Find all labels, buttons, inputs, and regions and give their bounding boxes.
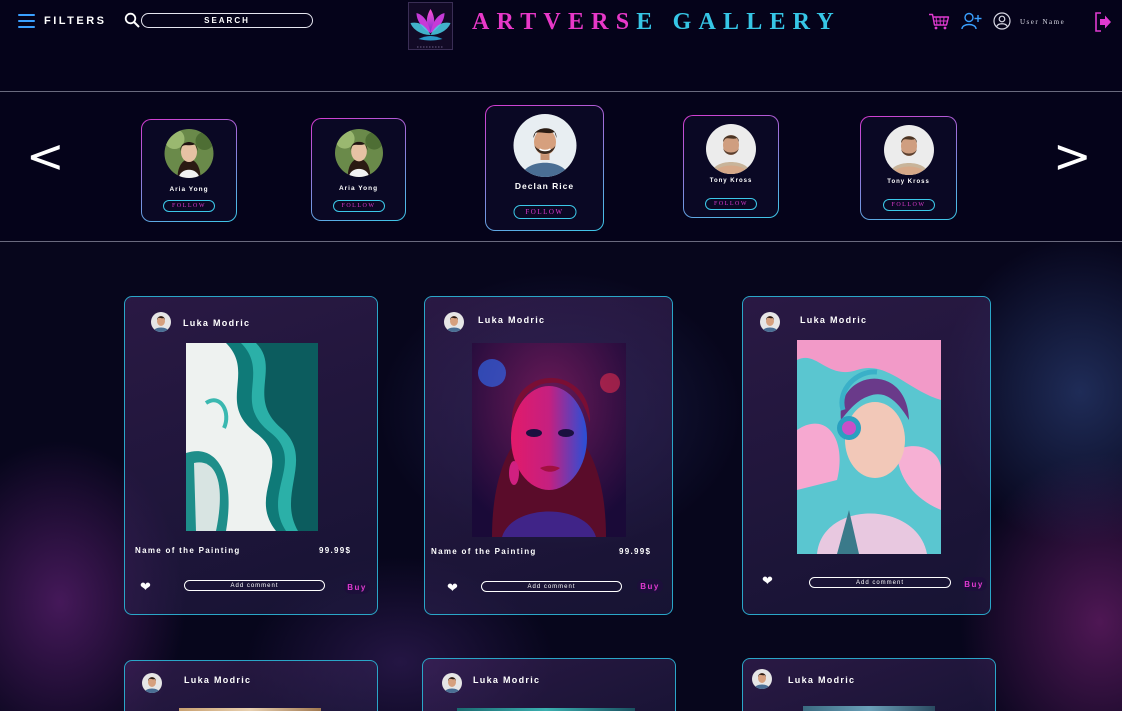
artist-avatar — [706, 124, 756, 174]
artist-name: Aria Yong — [169, 186, 209, 193]
painting-card[interactable]: Luka Modric ❤ Add comment Buy — [742, 296, 991, 615]
painting-card[interactable]: Luka Modric Name of the Painting 99.99$ … — [124, 296, 378, 615]
logout-icon[interactable] — [1094, 12, 1112, 32]
follow-button[interactable]: FOLLOW — [705, 198, 757, 210]
artist-card[interactable]: Tony Kross FOLLOW — [683, 115, 779, 218]
filters-button[interactable]: FILTERS — [44, 15, 107, 27]
buy-button[interactable]: Buy — [961, 577, 987, 591]
add-comment-button[interactable]: Add comment — [809, 577, 951, 588]
carousel-prev-button[interactable]: < — [26, 133, 65, 179]
artist-card[interactable]: Aria Yong FOLLOW — [141, 119, 237, 222]
follow-button[interactable]: FOLLOW — [332, 200, 385, 212]
author-name: Luka Modric — [184, 675, 252, 685]
add-comment-button[interactable]: Add comment — [184, 580, 325, 591]
like-heart-icon[interactable]: ❤ — [447, 581, 458, 596]
follow-button[interactable]: FOLLOW — [513, 205, 576, 219]
author-name: Luka Modric — [473, 675, 541, 685]
painting-image[interactable] — [472, 343, 626, 537]
menu-icon[interactable] — [18, 14, 35, 28]
painting-image[interactable] — [803, 706, 935, 711]
painting-price: 99.99$ — [319, 546, 352, 555]
painting-card[interactable]: Luka Modric — [742, 658, 996, 711]
user-icon[interactable] — [993, 12, 1011, 30]
painting-card[interactable]: Luka Modric — [124, 660, 378, 711]
artist-name: Declan Rice — [514, 181, 575, 191]
painting-price: 99.99$ — [619, 547, 652, 556]
site-title-part2: E GALLERY — [636, 9, 841, 35]
gallery-logo — [408, 2, 453, 50]
artist-name: Tony Kross — [709, 178, 753, 184]
buy-button[interactable]: Buy — [637, 579, 663, 593]
author-name: Luka Modric — [183, 318, 251, 328]
artist-avatar — [334, 129, 383, 177]
painting-image[interactable] — [797, 340, 941, 554]
author-name: Luka Modric — [478, 315, 546, 325]
like-heart-icon[interactable]: ❤ — [140, 580, 151, 595]
artist-card[interactable]: Aria Yong FOLLOW — [311, 118, 406, 221]
author-name: Luka Modric — [788, 675, 856, 685]
top-bar: FILTERS ARTVERSE GALLERY — [0, 0, 1122, 92]
site-title-part1: ARTVERS — [472, 9, 637, 35]
author-avatar — [151, 312, 171, 332]
author-avatar — [752, 669, 772, 689]
search-icon[interactable] — [124, 12, 140, 28]
painting-image[interactable] — [186, 343, 318, 531]
follow-button[interactable]: FOLLOW — [882, 199, 935, 211]
search-input[interactable] — [141, 13, 313, 28]
author-name: Luka Modric — [800, 315, 868, 325]
cart-icon[interactable] — [928, 13, 950, 30]
author-avatar — [760, 312, 780, 332]
artist-carousel: < > Aria Yong FOLLOW Aria Yong FOLLOW De… — [0, 93, 1122, 242]
artist-name: Tony Kross — [887, 179, 930, 185]
add-comment-button[interactable]: Add comment — [481, 581, 622, 592]
painting-card[interactable]: Luka Modric Name of the Painting 99.99$ … — [424, 296, 673, 615]
artist-card[interactable]: Tony Kross FOLLOW — [860, 116, 957, 220]
follow-button[interactable]: FOLLOW — [163, 200, 215, 212]
painting-name: Name of the Painting — [135, 546, 241, 555]
site-title: ARTVERSE GALLERY — [472, 9, 841, 36]
author-avatar — [444, 312, 464, 332]
carousel-next-button[interactable]: > — [1053, 133, 1092, 179]
artist-name: Aria Yong — [338, 185, 379, 192]
artist-avatar — [513, 114, 576, 177]
artist-avatar — [164, 129, 214, 178]
buy-button[interactable]: Buy — [344, 580, 370, 594]
author-avatar — [442, 673, 462, 693]
username-label[interactable]: User Name — [1020, 18, 1065, 26]
artist-avatar — [883, 125, 934, 175]
like-heart-icon[interactable]: ❤ — [762, 574, 773, 589]
artist-card-featured[interactable]: Declan Rice FOLLOW — [485, 105, 604, 231]
author-avatar — [142, 673, 162, 693]
painting-card[interactable]: Luka Modric — [422, 658, 676, 711]
add-user-icon[interactable] — [961, 12, 983, 30]
painting-name: Name of the Painting — [431, 547, 537, 556]
